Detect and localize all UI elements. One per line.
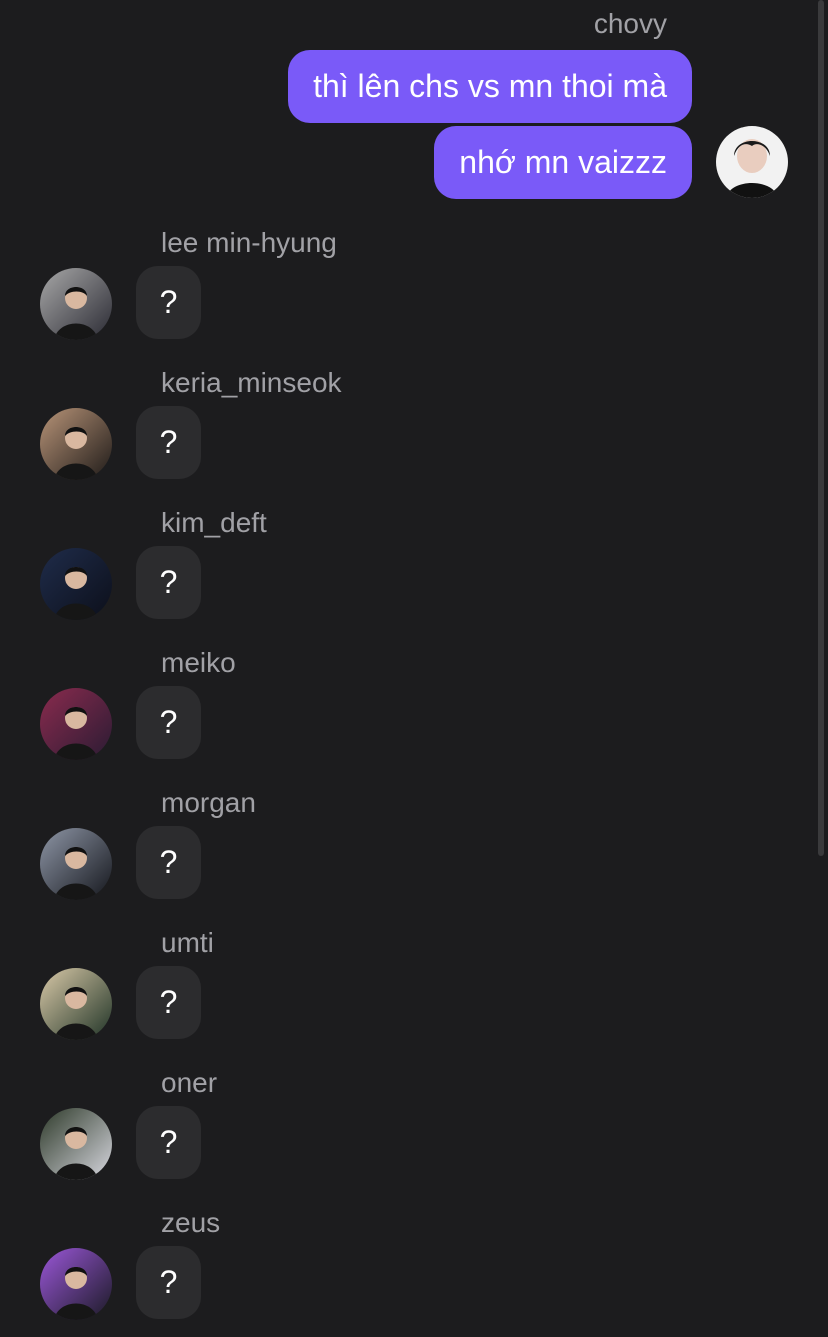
avatar[interactable] [40,268,112,340]
avatar[interactable] [40,688,112,760]
message-row: morgan? [0,786,828,926]
sender-name: chovy [593,8,667,39]
sender-name: morgan [161,787,256,818]
profile-photo-icon [40,268,112,340]
incoming-message-bubble[interactable]: ? [136,826,201,899]
chat-screen: chovy thì lên chs vs mn thoi mà nhớ mn v… [0,0,828,1337]
sender-name: zeus [161,1207,221,1238]
message-row: meiko? [0,646,828,786]
avatar[interactable] [40,1108,112,1180]
profile-photo-icon [716,126,788,198]
message-row: oner? [0,1066,828,1206]
message-row: kim_deft? [0,506,828,646]
sender-name: meiko [161,647,236,678]
avatar[interactable] [40,828,112,900]
sender-name: oner [161,1067,218,1098]
profile-photo-icon [40,968,112,1040]
avatar[interactable] [40,408,112,480]
message-row: keria_minseok? [0,366,828,506]
profile-photo-icon [40,828,112,900]
sender-name: kim_deft [161,507,267,538]
message-row: umti? [0,926,828,1066]
my-avatar[interactable] [716,126,788,198]
avatar[interactable] [40,968,112,1040]
avatar[interactable] [40,1248,112,1320]
sender-name: keria_minseok [161,367,342,398]
profile-photo-icon [40,1108,112,1180]
incoming-message-bubble[interactable]: ? [136,406,201,479]
incoming-message-bubble[interactable]: ? [136,266,201,339]
message-row: lee min-hyung? [0,226,828,366]
incoming-message-bubble[interactable]: ? [136,1106,201,1179]
profile-photo-icon [40,548,112,620]
incoming-message-bubble[interactable]: ? [136,1246,201,1319]
incoming-message-bubble[interactable]: ? [136,686,201,759]
message-row: zeus? [0,1206,828,1337]
incoming-message-bubble[interactable]: ? [136,546,201,619]
outgoing-message-bubble[interactable]: thì lên chs vs mn thoi mà [288,50,692,123]
outgoing-message-bubble[interactable]: nhớ mn vaizzz [434,126,692,199]
profile-photo-icon [40,688,112,760]
avatar[interactable] [40,548,112,620]
sender-name: umti [161,927,214,958]
incoming-message-bubble[interactable]: ? [136,966,201,1039]
profile-photo-icon [40,408,112,480]
sender-name: lee min-hyung [161,227,337,258]
profile-photo-icon [40,1248,112,1320]
